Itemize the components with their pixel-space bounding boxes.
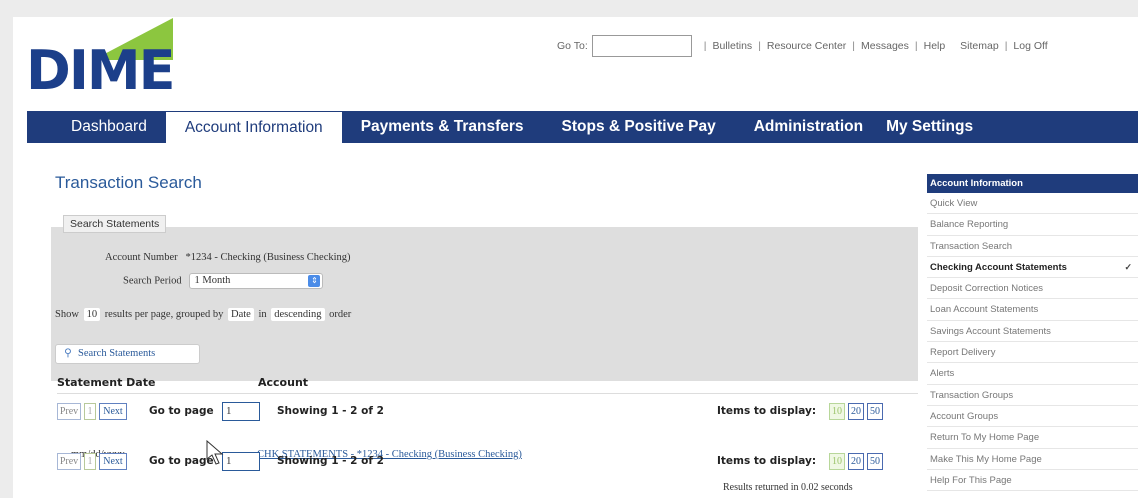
divider: | — [852, 40, 856, 52]
table-header: Statement Date Account — [57, 376, 918, 394]
account-number-label: Account Number — [105, 252, 178, 263]
next-button[interactable]: Next — [99, 403, 127, 420]
sidebar-item-make-home[interactable]: Make This My Home Page — [927, 449, 1138, 470]
pager-top: Prev 1 Next Go to page 1 Showing 1 - 2 o… — [57, 401, 918, 423]
go-to-page-input[interactable]: 1 — [222, 452, 260, 471]
nav-my-settings[interactable]: My Settings — [882, 111, 992, 143]
resource-center-link[interactable]: Resource Center — [767, 40, 846, 52]
items-50-button[interactable]: 50 — [867, 403, 883, 420]
pager-bottom: Prev 1 Next Go to page 1 Showing 1 - 2 o… — [57, 451, 918, 473]
divider: | — [703, 40, 707, 52]
search-panel-legend: Search Statements — [63, 215, 167, 233]
search-statements-button[interactable]: ⚲ Search Statements — [55, 344, 200, 364]
account-header[interactable]: Account — [258, 376, 308, 389]
prev-button[interactable]: Prev — [57, 403, 81, 420]
nav-account-information[interactable]: Account Information — [165, 111, 342, 143]
page-number-button[interactable]: 1 — [84, 403, 96, 420]
items-20-button[interactable]: 20 — [848, 403, 864, 420]
nav-payments-transfers[interactable]: Payments & Transfers — [342, 111, 543, 143]
help-link[interactable]: Help — [924, 40, 946, 52]
nav-administration[interactable]: Administration — [735, 111, 882, 143]
sidebar-item-transaction-groups[interactable]: Transaction Groups — [927, 385, 1138, 406]
sidebar-item-label: Checking Account Statements — [930, 261, 1067, 273]
account-info-sidebar: Account Information Quick View Balance R… — [927, 174, 1138, 492]
messages-link[interactable]: Messages — [861, 40, 909, 52]
prev-button[interactable]: Prev — [57, 453, 81, 470]
sidebar-item-transaction-search[interactable]: Transaction Search — [927, 236, 1138, 257]
search-statements-panel: Search Statements Account Number *1234 -… — [51, 215, 918, 381]
dime-logo[interactable]: DIME — [23, 18, 176, 102]
main-nav: Dashboard Account Information Payments &… — [27, 111, 1138, 143]
next-button[interactable]: Next — [99, 453, 127, 470]
search-period-select[interactable]: 1 Month ⇕ — [189, 273, 324, 289]
items-to-display-label: Items to display: — [717, 405, 817, 417]
page-number-button[interactable]: 1 — [84, 453, 96, 470]
statement-date-header[interactable]: Statement Date — [57, 376, 155, 389]
sidebar-item-deposit-corrections[interactable]: Deposit Correction Notices — [927, 278, 1138, 300]
sidebar-item-report-delivery[interactable]: Report Delivery — [927, 342, 1138, 364]
search-period-value: 1 Month — [194, 275, 231, 286]
items-10-button[interactable]: 10 — [829, 403, 845, 420]
go-to-page-input[interactable]: 1 — [222, 402, 260, 421]
sidebar-item-savings-statements[interactable]: Savings Account Statements — [927, 321, 1138, 343]
select-arrows-icon: ⇕ — [308, 275, 321, 287]
app-page: DIME Go To: | Bulletins | Resource Cente… — [13, 17, 1138, 498]
page-title: Transaction Search — [55, 173, 202, 192]
in-text: in — [258, 309, 267, 320]
bulletins-link[interactable]: Bulletins — [712, 40, 752, 52]
account-number-row: Account Number *1234 - Checking (Busines… — [105, 252, 351, 263]
results-timing: Results returned in 0.02 seconds — [723, 482, 853, 493]
log-off-link[interactable]: Log Off — [1013, 40, 1047, 52]
showing-count: Showing 1 - 2 of 2 — [277, 405, 384, 417]
sidebar-item-account-groups[interactable]: Account Groups — [927, 406, 1138, 428]
sidebar-item-help[interactable]: Help For This Page — [927, 470, 1138, 492]
show-label: Show — [55, 309, 79, 320]
goto-input[interactable] — [591, 35, 692, 57]
items-to-display-label: Items to display: — [717, 455, 817, 467]
sidebar-item-balance-reporting[interactable]: Balance Reporting — [927, 214, 1138, 236]
results-options-row: Show 10 results per page, grouped by Dat… — [55, 308, 351, 321]
items-50-button[interactable]: 50 — [867, 453, 883, 470]
search-button-label: Search Statements — [78, 348, 156, 359]
search-icon: ⚲ — [64, 348, 72, 359]
divider — [951, 40, 954, 52]
items-20-button[interactable]: 20 — [848, 453, 864, 470]
showing-count: Showing 1 - 2 of 2 — [277, 455, 384, 467]
order-text: order — [329, 309, 352, 320]
nav-stops-positive-pay[interactable]: Stops & Positive Pay — [543, 111, 735, 143]
divider: | — [758, 40, 761, 52]
sidebar-item-loan-statements[interactable]: Loan Account Statements — [927, 299, 1138, 321]
sidebar-item-checking-statements[interactable]: Checking Account Statements ✓ — [927, 257, 1138, 279]
account-number-value: *1234 - Checking (Business Checking) — [185, 252, 351, 263]
items-10-button[interactable]: 10 — [829, 453, 845, 470]
sitemap-link[interactable]: Sitemap — [960, 40, 999, 52]
divider: | — [914, 40, 918, 52]
go-to-page-label: Go to page — [149, 455, 214, 467]
go-to-page-label: Go to page — [149, 405, 214, 417]
nav-dashboard[interactable]: Dashboard — [27, 111, 166, 143]
group-by-select[interactable]: Date — [228, 308, 254, 321]
logo-text: DIME — [26, 39, 176, 102]
sidebar-item-alerts[interactable]: Alerts — [927, 363, 1138, 385]
mouse-pointer-icon — [206, 440, 224, 465]
search-period-row: Search Period 1 Month ⇕ — [123, 273, 324, 289]
sidebar-item-return-home[interactable]: Return To My Home Page — [927, 427, 1138, 449]
utility-bar: Go To: | Bulletins | Resource Center | M… — [557, 35, 1138, 57]
per-page-text: results per page, grouped by — [104, 309, 224, 320]
sidebar-header: Account Information — [927, 174, 1138, 193]
sidebar-item-quick-view[interactable]: Quick View — [927, 193, 1138, 215]
results-per-page-select[interactable]: 10 — [83, 308, 101, 321]
checkmark-icon: ✓ — [1124, 261, 1132, 272]
goto-label: Go To: — [557, 40, 588, 52]
divider: | — [1004, 40, 1008, 52]
sort-order-select[interactable]: descending — [271, 308, 325, 321]
search-period-label: Search Period — [123, 275, 182, 287]
